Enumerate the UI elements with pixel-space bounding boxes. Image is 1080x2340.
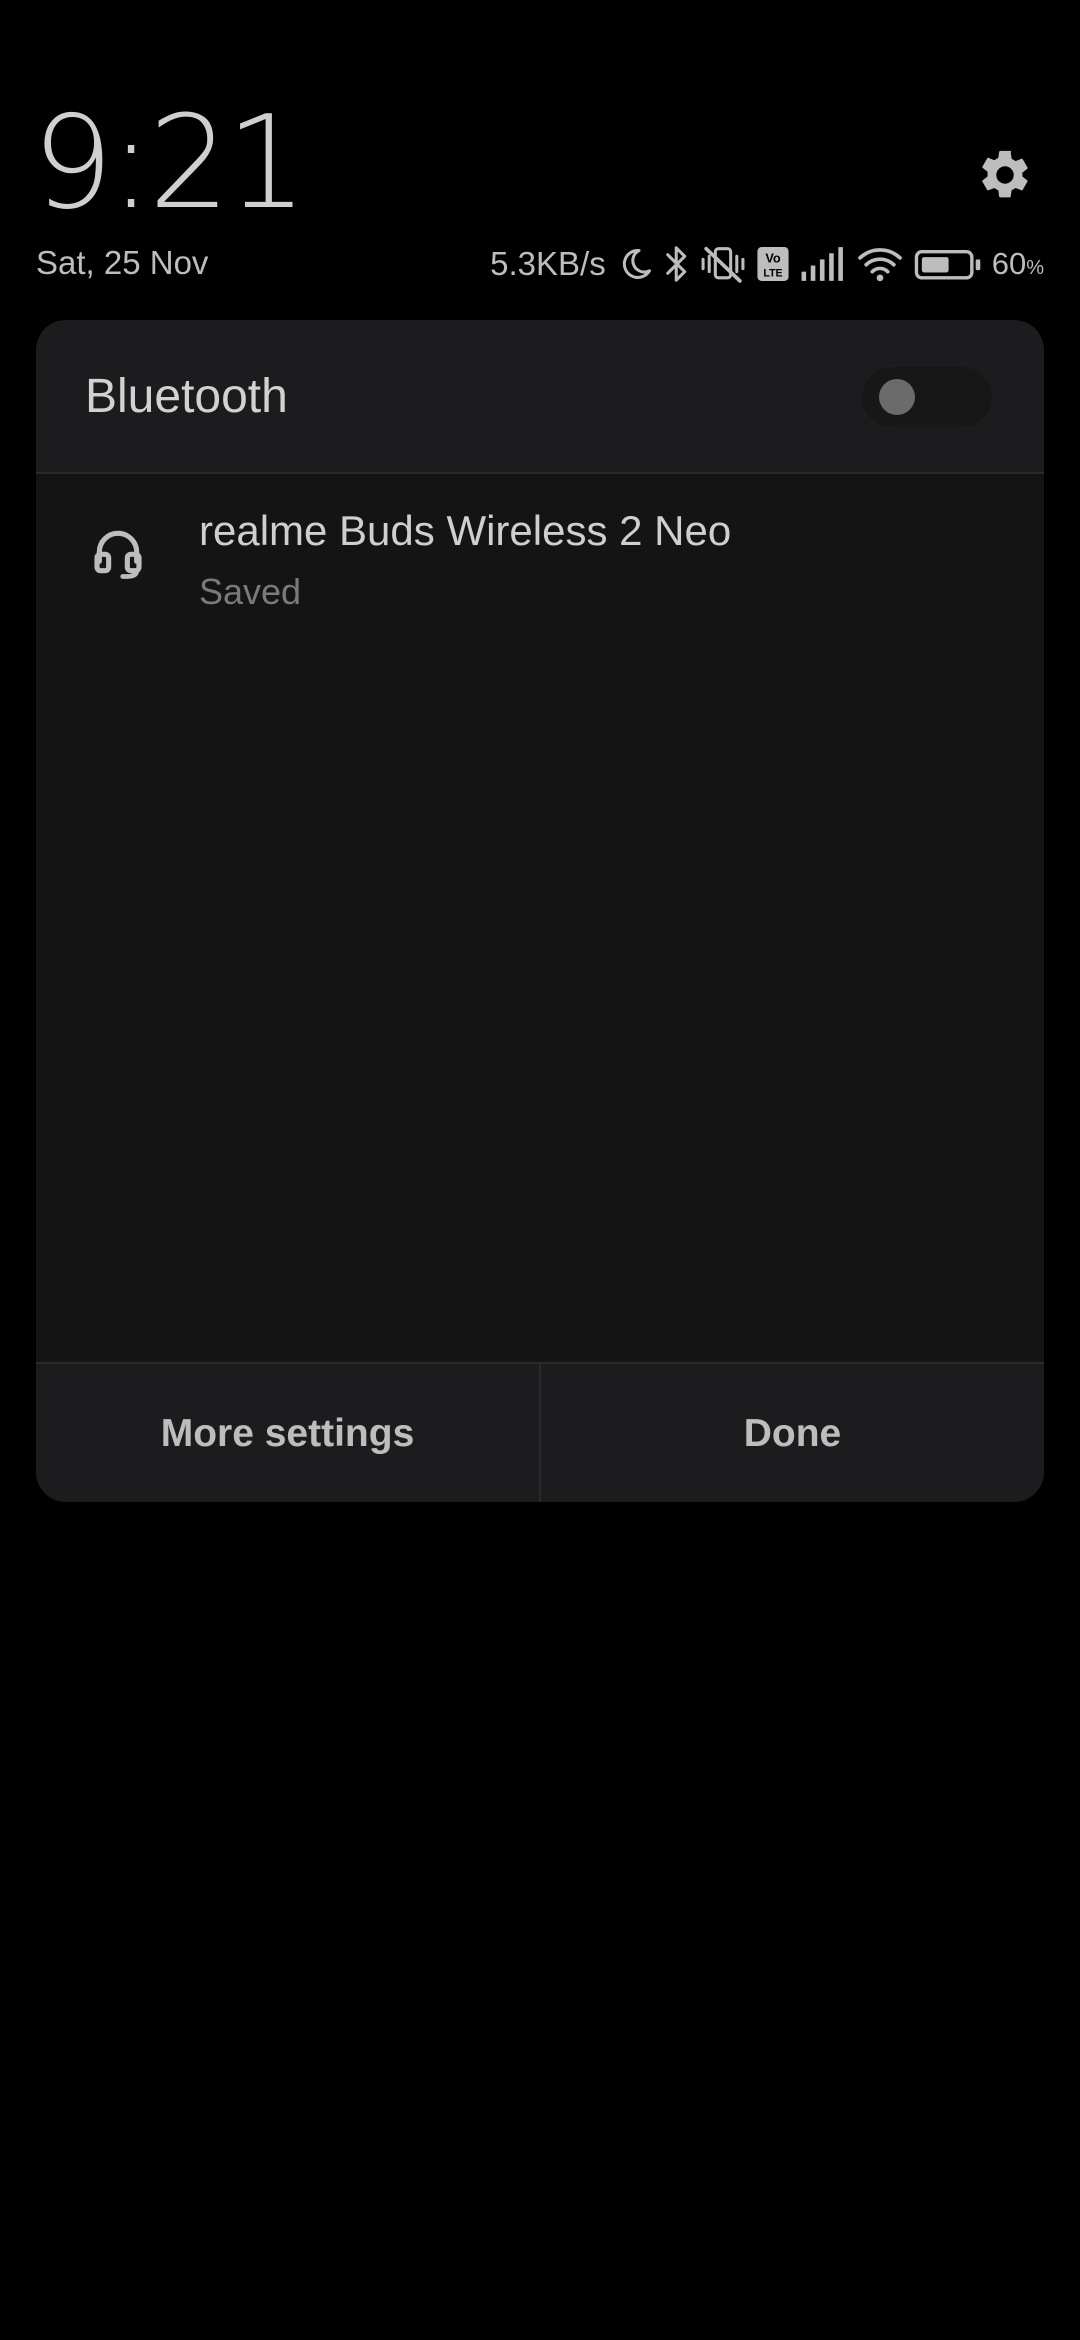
- moon-icon: [622, 248, 651, 279]
- vibrate-off-icon: [701, 246, 745, 283]
- device-status: Saved: [199, 571, 302, 612]
- device-list-item[interactable]: realme Buds Wireless 2 Neo Saved: [36, 474, 1044, 624]
- clock-time: 9:21: [32, 89, 307, 238]
- done-button[interactable]: Done: [541, 1364, 1044, 1502]
- battery-icon: [914, 250, 981, 280]
- device-name: realme Buds Wireless 2 Neo: [199, 507, 732, 554]
- battery-percentage: 60%: [991, 246, 1044, 281]
- svg-text:LTE: LTE: [763, 268, 782, 280]
- dialog-footer: More settings Done: [36, 1362, 1044, 1502]
- status-icons: 5.3KB/s Vo LTE 60%: [490, 242, 1044, 286]
- svg-text:Vo: Vo: [765, 251, 781, 266]
- toggle-knob: [879, 379, 915, 415]
- more-settings-button[interactable]: More settings: [36, 1364, 539, 1502]
- dialog-header: Bluetooth: [36, 320, 1044, 474]
- wifi-icon: [857, 248, 902, 282]
- headset-icon: [94, 530, 142, 579]
- screen: 9:21 Sat, 25 Nov 5.3KB/s Vo LTE 60% Blue…: [0, 0, 1080, 2340]
- dialog-title: Bluetooth: [85, 370, 288, 423]
- bluetooth-dialog: Bluetooth realme Buds Wireless 2 Neo Sav…: [36, 320, 1044, 1502]
- bluetooth-toggle[interactable]: [862, 367, 992, 427]
- clock-date: Sat, 25 Nov: [36, 244, 209, 281]
- signal-icon: [801, 247, 843, 281]
- bluetooth-icon: [665, 246, 686, 282]
- gear-icon[interactable]: [976, 146, 1034, 204]
- network-speed: 5.3KB/s: [490, 245, 606, 282]
- volte-icon: Vo LTE: [757, 247, 789, 281]
